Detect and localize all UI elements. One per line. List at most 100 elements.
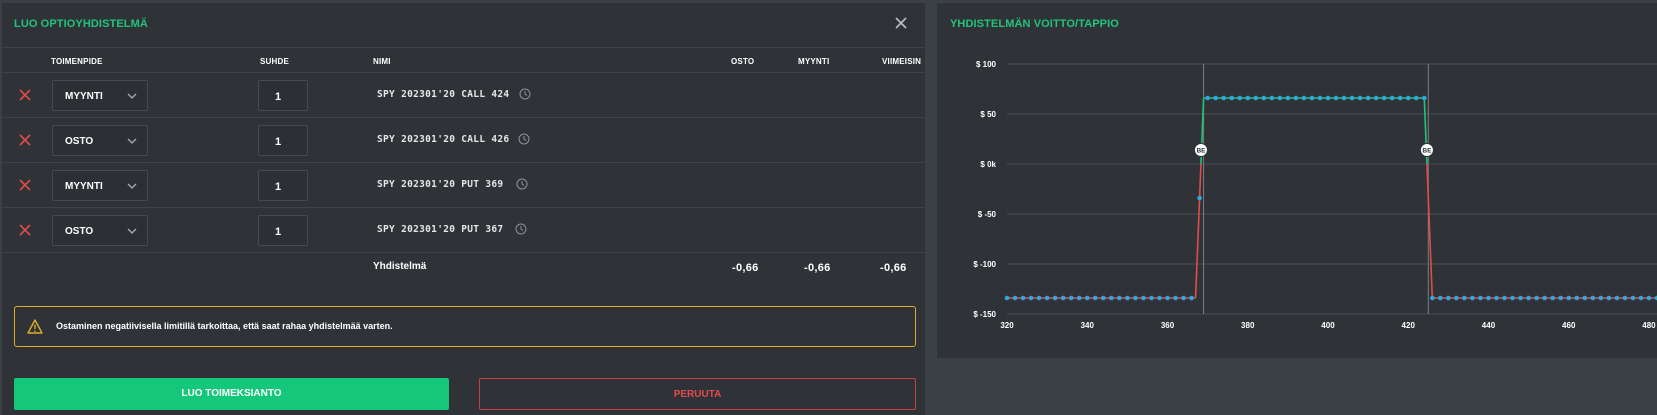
payoff-point — [1405, 95, 1411, 101]
clock-icon[interactable] — [516, 178, 528, 190]
action-select[interactable]: OSTO — [52, 215, 148, 246]
payoff-point — [1197, 195, 1202, 201]
payoff-point — [1317, 95, 1323, 101]
create-order-button[interactable]: LUO TOIMEKSIANTO — [14, 378, 449, 410]
payoff-point — [1574, 295, 1580, 301]
ratio-input[interactable]: 1 — [258, 170, 308, 201]
column-header-name: NIMI — [373, 57, 391, 66]
payoff-point — [1590, 295, 1596, 301]
ratio-input-value: 1 — [275, 226, 282, 238]
clock-icon[interactable] — [519, 88, 531, 100]
payoff-point — [1092, 295, 1098, 301]
remove-icon[interactable] — [18, 178, 32, 192]
payoff-segment — [1426, 163, 1434, 299]
column-header-ratio: SUHDE — [260, 57, 290, 66]
payoff-point — [1277, 95, 1283, 101]
payoff-point — [1638, 295, 1644, 301]
payoff-point — [1478, 295, 1483, 301]
x-tick-label: 320 — [1000, 321, 1014, 330]
action-select[interactable]: MYYNTI — [52, 80, 148, 111]
combination-sell-price: -0,66 — [804, 262, 831, 274]
payoff-point — [1028, 295, 1034, 301]
action-select[interactable]: MYYNTI — [52, 170, 148, 201]
payoff-point — [1397, 95, 1403, 101]
leg-row: OSTO 1 SPY 202301'20 PUT 367 — [2, 208, 925, 253]
payoff-point — [1261, 95, 1267, 101]
x-tick-label: 400 — [1321, 321, 1335, 330]
payoff-point — [1141, 295, 1146, 301]
profit-loss-chart[interactable]: $ 100 $ 50 $ 0k $ -50 $ -100 $ -150 320 340 360 3… — [937, 43, 1657, 358]
payoff-point — [1389, 95, 1395, 101]
payoff-point — [1253, 95, 1259, 101]
payoff-point — [1293, 95, 1299, 101]
ratio-input[interactable]: 1 — [258, 125, 308, 156]
clock-icon[interactable] — [518, 133, 530, 145]
payoff-point — [1245, 95, 1251, 101]
payoff-point — [1566, 295, 1572, 301]
payoff-point — [1301, 95, 1307, 101]
cancel-button[interactable]: PERUUTA — [479, 378, 916, 410]
column-header-last: VIIMEISIN — [882, 57, 922, 66]
payoff-point — [1333, 95, 1339, 101]
payoff-point — [1470, 295, 1475, 301]
ratio-input[interactable]: 1 — [258, 80, 308, 111]
payoff-point — [1357, 95, 1363, 101]
payoff-point — [1430, 295, 1435, 301]
table-header: TOIMENPIDE SUHDE NIMI OSTO MYYNTI VIIMEI… — [2, 47, 925, 73]
chevron-down-icon — [127, 183, 137, 189]
close-icon[interactable] — [894, 16, 908, 30]
payoff-point — [1133, 295, 1138, 301]
ratio-input-value: 1 — [275, 136, 282, 148]
payoff-point — [1446, 295, 1451, 301]
warning-text: Ostaminen negatiivisella limitillä tarko… — [56, 321, 393, 331]
payoff-segment — [1194, 163, 1202, 299]
payoff-point — [1341, 95, 1347, 101]
payoff-point — [1213, 95, 1218, 101]
payoff-point — [1100, 295, 1106, 301]
payoff-point — [1044, 295, 1050, 301]
payoff-point — [1309, 95, 1315, 101]
leg-row: MYYNTI 1 SPY 202301'20 PUT 369 — [2, 163, 925, 208]
payoff-point — [1076, 295, 1082, 301]
payoff-point — [1221, 95, 1226, 101]
combination-buy-price: -0,66 — [732, 262, 759, 274]
remove-icon[interactable] — [18, 88, 32, 102]
profit-loss-panel: YHDISTELMÄN VOITTO/TAPPIO $ 100 $ 50 $ 0k $… — [937, 3, 1657, 358]
remove-icon[interactable] — [18, 133, 32, 147]
payoff-point — [1068, 295, 1074, 301]
cancel-label: PERUUTA — [673, 389, 722, 400]
y-tick-label: $ 100 — [976, 60, 997, 69]
payoff-point — [1229, 95, 1234, 101]
payoff-point — [1381, 95, 1387, 101]
payoff-point — [1349, 95, 1355, 101]
payoff-point — [1502, 295, 1507, 301]
y-tick-label: $ 50 — [980, 110, 996, 119]
breakeven-label: BE — [1196, 148, 1206, 155]
payoff-point — [1510, 295, 1515, 301]
payoff-point — [1036, 295, 1042, 301]
action-select[interactable]: OSTO — [52, 125, 148, 156]
ratio-input-value: 1 — [275, 181, 282, 193]
action-select-value: OSTO — [65, 226, 94, 237]
payoff-point — [1125, 295, 1130, 301]
payoff-point — [1622, 295, 1628, 301]
payoff-point — [1285, 95, 1291, 101]
x-tick-label: 360 — [1161, 321, 1175, 330]
ratio-input[interactable]: 1 — [258, 215, 308, 246]
payoff-point — [1052, 295, 1058, 301]
payoff-point — [1558, 295, 1564, 301]
payoff-point — [1614, 295, 1620, 301]
y-tick-label: $ -100 — [973, 260, 996, 269]
combination-builder-panel: LUO OPTIOYHDISTELMÄ TOIMENPIDE SUHDE NIM… — [2, 3, 925, 415]
action-select-value: OSTO — [65, 136, 94, 147]
column-header-buy: OSTO — [731, 57, 755, 66]
payoff-point — [1365, 95, 1371, 101]
combination-last-price: -0,66 — [880, 262, 907, 274]
payoff-point — [1269, 95, 1275, 101]
leg-row: OSTO 1 SPY 202301'20 CALL 426 — [2, 118, 925, 163]
remove-icon[interactable] — [18, 223, 32, 237]
clock-icon[interactable] — [515, 223, 527, 235]
leg-row: MYYNTI 1 SPY 202301'20 CALL 424 — [2, 73, 925, 118]
y-tick-label: $ 0k — [980, 160, 996, 169]
column-header-sell: MYYNTI — [798, 57, 830, 66]
